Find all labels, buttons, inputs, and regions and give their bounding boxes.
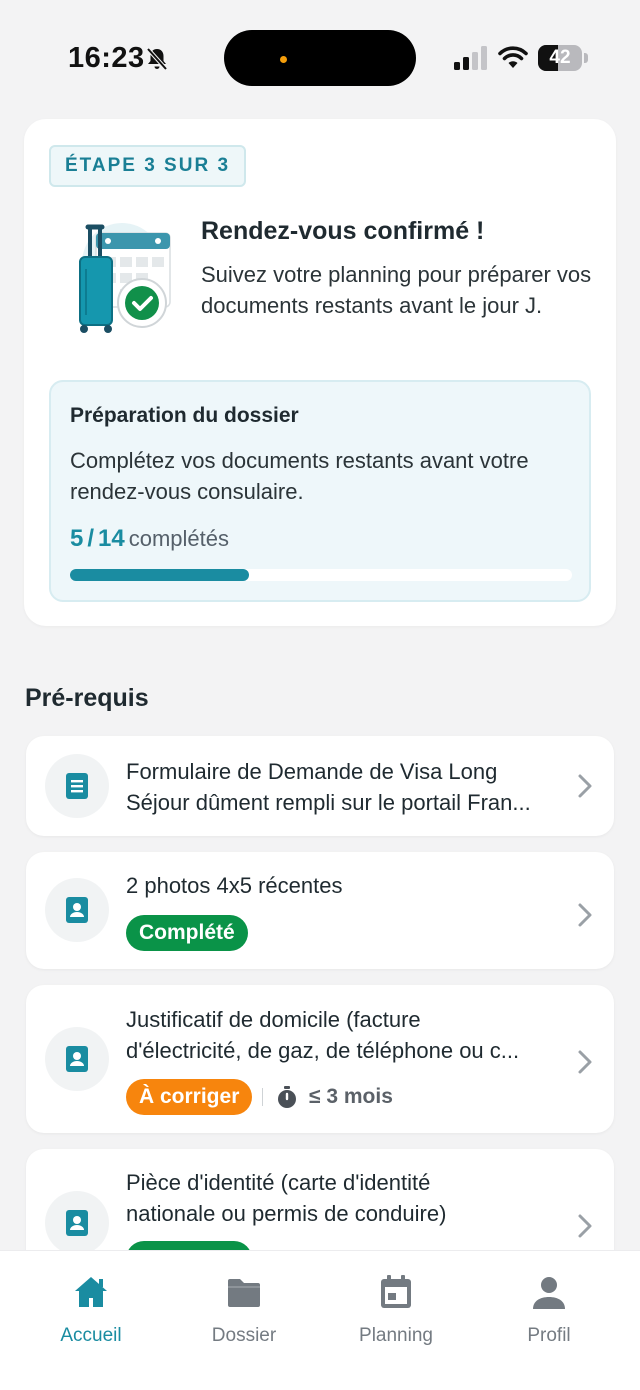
- progress-bar-fill: [70, 569, 250, 581]
- nav-item-profil[interactable]: Profil: [489, 1273, 609, 1347]
- wifi-icon: [498, 46, 528, 68]
- progress-description: Complétez vos documents restants avant v…: [70, 448, 529, 504]
- home-icon: [75, 1277, 107, 1307]
- progress-bar: [70, 569, 572, 581]
- bottom-navigation: Accueil Dossier Planning Profil: [0, 1250, 640, 1390]
- calendar-icon: [381, 1275, 411, 1308]
- travel-calendar-illustration: [79, 223, 171, 333]
- item-title-line1: Justificatif de domicile (facture: [126, 1007, 421, 1032]
- battery-level: 42: [549, 47, 571, 68]
- chevron-right-icon: [578, 1050, 592, 1074]
- nav-item-accueil[interactable]: Accueil: [31, 1273, 151, 1347]
- id-card-icon-wrapper: [45, 1191, 109, 1255]
- completed-label: complétés: [128, 526, 230, 551]
- id-card-icon: [66, 1046, 88, 1072]
- camera-dot: [280, 56, 287, 63]
- item-title-line1: Formulaire de Demande de Visa Long: [126, 759, 498, 784]
- document-icon-wrapper: [45, 754, 109, 818]
- dynamic-island: [224, 30, 416, 86]
- folder-icon: [228, 1279, 260, 1307]
- confirmation-text: Suivez votre planning pour préparer vos …: [201, 262, 592, 318]
- step-badge: ÉTAPE 3 SUR 3: [49, 145, 247, 187]
- prerequisite-item-proof-of-address[interactable]: Justificatif de domicile (facture d'élec…: [26, 985, 614, 1133]
- id-card-icon: [66, 1210, 88, 1236]
- validity-text: ≤ 3 mois: [309, 1085, 393, 1108]
- item-title-line2: Séjour dûment rempli sur le portail Fran…: [126, 790, 531, 815]
- nav-label: Profil: [527, 1325, 571, 1346]
- nav-item-dossier[interactable]: Dossier: [184, 1273, 304, 1347]
- item-text: Justificatif de domicile (facture d'élec…: [126, 1004, 566, 1066]
- status-bar: 16:23 42: [0, 0, 640, 110]
- prerequisite-item-photos[interactable]: 2 photos 4x5 récentes Complété: [26, 852, 614, 969]
- id-card-icon: [66, 897, 88, 923]
- dossier-progress-panel: Préparation du dossier Complétez vos doc…: [49, 380, 591, 602]
- nav-label: Planning: [359, 1325, 433, 1346]
- id-card-icon-wrapper: [45, 1027, 109, 1091]
- section-title-prerequisites: Pré-requis: [25, 684, 149, 712]
- completed-count: 5: [70, 525, 84, 552]
- total-count: 14: [98, 525, 125, 552]
- appointment-status-card: ÉTAPE 3 SUR 3 Rendez-vous confirmé ! Sui…: [24, 119, 616, 626]
- count-separator: /: [87, 525, 95, 552]
- item-text: Formulaire de Demande de Visa Long Séjou…: [126, 756, 566, 818]
- nav-item-planning[interactable]: Planning: [336, 1273, 456, 1347]
- validity-meta: ≤ 3 mois: [262, 1079, 393, 1115]
- progress-count: 5/14 complétés: [70, 525, 229, 553]
- item-title-line1: Pièce d'identité (carte d'identité: [126, 1170, 431, 1195]
- item-text: Pièce d'identité (carte d'identité natio…: [126, 1167, 566, 1229]
- clock: 16:23: [68, 42, 145, 74]
- item-text: 2 photos 4x5 récentes: [126, 870, 566, 901]
- item-title-line2: d'électricité, de gaz, de téléphone ou c…: [126, 1038, 520, 1063]
- confirmation-title: Rendez-vous confirmé !: [201, 217, 485, 245]
- battery-cap: [584, 53, 588, 63]
- chevron-right-icon: [578, 903, 592, 927]
- person-icon: [533, 1277, 565, 1309]
- nav-label: Accueil: [60, 1325, 122, 1346]
- document-icon: [66, 773, 88, 799]
- bell-muted-icon: [146, 47, 168, 71]
- meta-divider: [262, 1088, 263, 1106]
- screen: 16:23 42 ÉTAPE 3 SUR 3 Rendez-vous confi…: [0, 0, 640, 1390]
- stopwatch-icon: [278, 1086, 296, 1108]
- item-title-line1: 2 photos 4x5 récentes: [126, 873, 343, 898]
- id-card-icon-wrapper: [45, 878, 109, 942]
- progress-title: Préparation du dossier: [70, 404, 299, 427]
- status-badge-completed: Complété: [126, 915, 248, 951]
- battery-indicator: 42: [538, 45, 588, 71]
- item-title-line2: nationale ou permis de conduire): [126, 1201, 447, 1226]
- nav-label: Dossier: [211, 1325, 277, 1346]
- chevron-right-icon: [578, 1214, 592, 1238]
- prerequisite-item-visa-form[interactable]: Formulaire de Demande de Visa Long Séjou…: [26, 736, 614, 836]
- status-badge-to-correct: À corriger: [126, 1079, 253, 1115]
- signal-icon: [454, 46, 487, 70]
- chevron-right-icon: [578, 774, 592, 798]
